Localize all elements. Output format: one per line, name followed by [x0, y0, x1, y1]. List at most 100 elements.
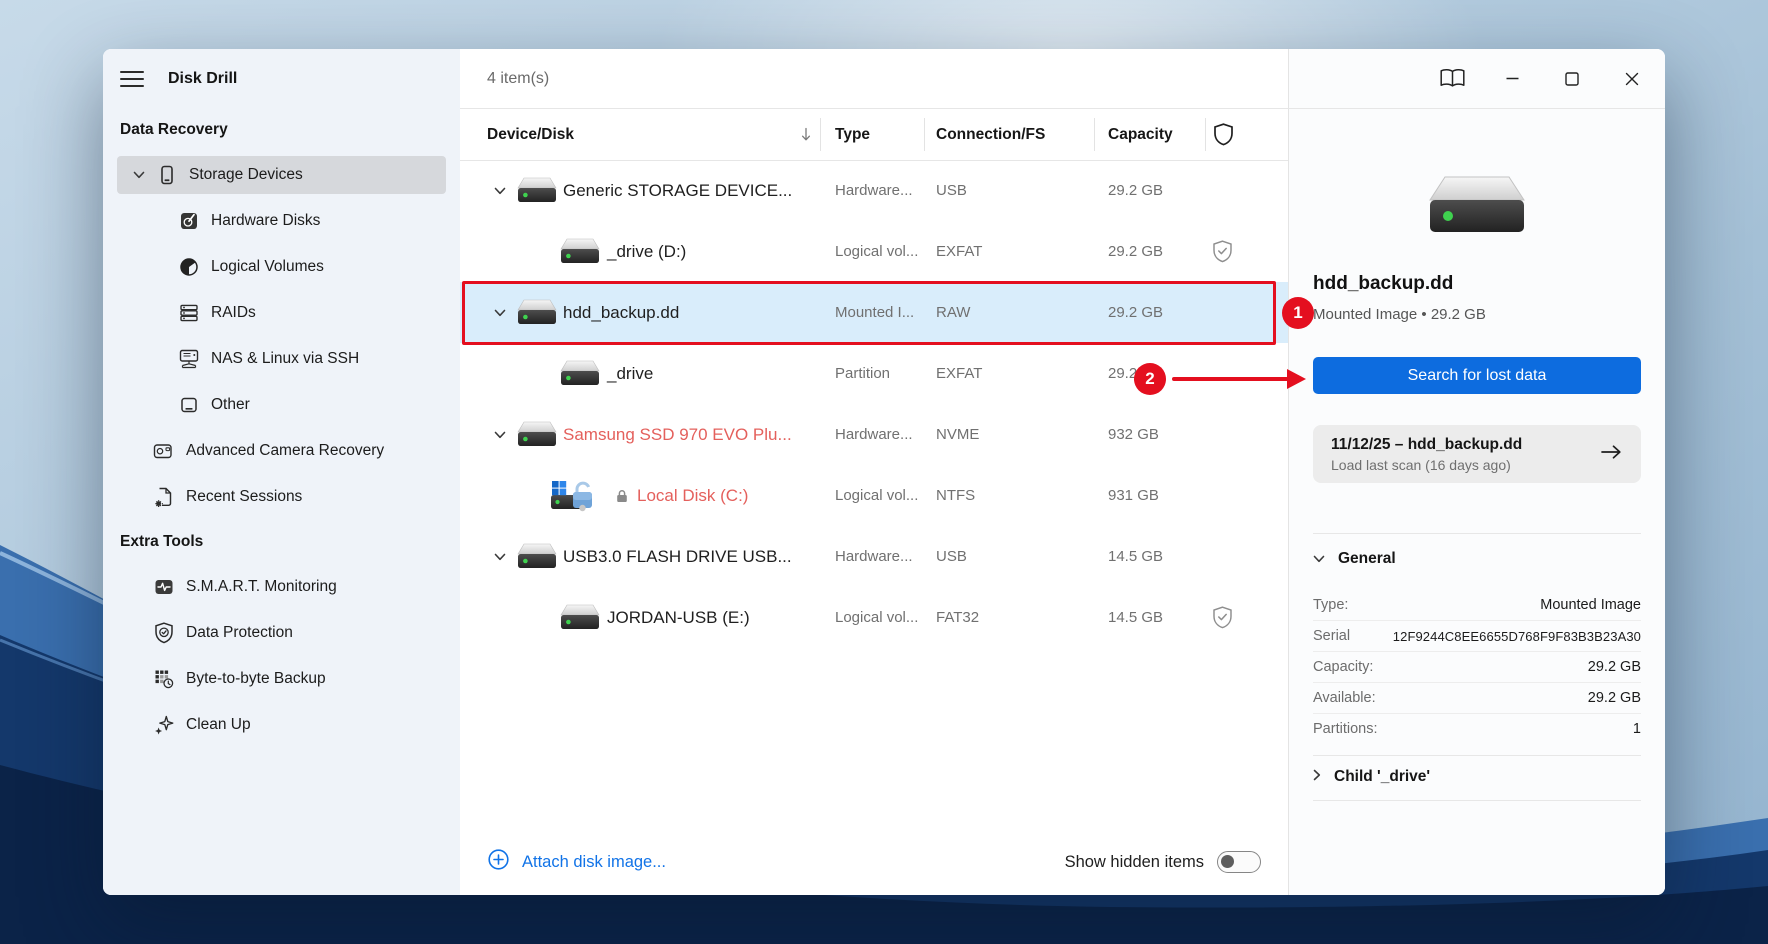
device-type: Logical vol...: [835, 465, 918, 526]
show-hidden-items-toggle[interactable]: [1217, 851, 1261, 873]
info-row-partitions: Partitions:1: [1313, 713, 1641, 744]
shield-check-icon: [1212, 587, 1233, 648]
device-list-panel: 4 item(s) Device/Disk Type Connection/FS…: [460, 49, 1288, 895]
shield-column-icon[interactable]: [1213, 109, 1234, 160]
close-icon[interactable]: [1609, 57, 1655, 101]
maximize-icon[interactable]: [1549, 57, 1595, 101]
menu-icon[interactable]: [120, 71, 144, 87]
info-value: 29.2 GB: [1588, 659, 1641, 675]
device-row-usb3-0-flash-drive-usb[interactable]: USB3.0 FLASH DRIVE USB...Hardware...USB1…: [460, 526, 1288, 587]
column-connection-fs[interactable]: Connection/FS: [936, 109, 1045, 160]
device-row-drive[interactable]: _drivePartitionEXFAT29.2 GB: [460, 343, 1288, 404]
device-capacity: 29.2 GB: [1108, 160, 1163, 221]
drive-icon: [560, 587, 600, 648]
hardware-disks-icon: [178, 211, 200, 231]
device-fs: USB: [936, 160, 967, 221]
disk-image-icon: [1427, 175, 1527, 242]
device-type: Hardware...: [835, 526, 913, 587]
device-type: Partition: [835, 343, 890, 404]
info-value: 29.2 GB: [1588, 690, 1641, 706]
info-label: Available:: [1313, 690, 1376, 706]
child-drive-section-header[interactable]: Child '_drive': [1313, 763, 1641, 791]
divider: [1313, 755, 1641, 756]
sidebar-item-other[interactable]: Other: [117, 382, 446, 428]
sidebar-item-label: Byte-to-byte Backup: [186, 670, 326, 688]
device-type: Logical vol...: [835, 587, 918, 648]
column-device-disk[interactable]: Device/Disk: [487, 109, 574, 160]
sidebar-item-label: Logical Volumes: [211, 258, 324, 276]
attach-disk-image-label: Attach disk image...: [522, 853, 666, 872]
device-capacity: 931 GB: [1108, 465, 1159, 526]
sidebar-item-s-m-a-r-t-monitoring[interactable]: S.M.A.R.T. Monitoring: [117, 564, 446, 610]
column-capacity[interactable]: Capacity: [1108, 109, 1173, 160]
chevron-down-icon: [493, 160, 507, 221]
info-label: Type:: [1313, 597, 1348, 613]
info-label: Serial: [1313, 628, 1350, 644]
book-icon[interactable]: [1429, 57, 1475, 101]
search-for-lost-data-button[interactable]: Search for lost data: [1313, 357, 1641, 394]
sidebar-item-raids[interactable]: RAIDs: [117, 290, 446, 336]
sidebar-section-extra-tools: Extra Tools: [103, 520, 460, 564]
device-fs: NVME: [936, 404, 979, 465]
info-label: Capacity:: [1313, 659, 1373, 675]
sidebar-item-data-protection[interactable]: Data Protection: [117, 610, 446, 656]
sidebar-item-hardware-disks[interactable]: Hardware Disks: [117, 198, 446, 244]
byte-backup-icon: [153, 669, 175, 689]
sidebar-item-recent-sessions[interactable]: Recent Sessions: [117, 474, 446, 520]
device-row-local-disk-c[interactable]: Local Disk (C:)Logical vol...NTFS931 GB: [460, 465, 1288, 526]
minimize-icon[interactable]: [1489, 57, 1535, 101]
details-panel: hdd_backup.dd Mounted Image • 29.2 GB Se…: [1288, 49, 1665, 895]
device-row-samsung-ssd-970-evo-plu[interactable]: Samsung SSD 970 EVO Plu...Hardware...NVM…: [460, 404, 1288, 465]
smart-icon: [153, 577, 175, 597]
device-name: Generic STORAGE DEVICE...: [563, 160, 792, 221]
load-scan-arrow-icon: [1600, 444, 1623, 465]
column-type[interactable]: Type: [835, 109, 870, 160]
lock-icon: [616, 489, 628, 503]
info-row-available: Available: 29.2 GB: [1313, 682, 1641, 713]
table-header: Device/Disk Type Connection/FS Capacity: [460, 109, 1288, 161]
device-row-generic-storage-device[interactable]: Generic STORAGE DEVICE...Hardware...USB2…: [460, 160, 1288, 221]
sidebar-item-storage-devices[interactable]: Storage Devices: [117, 156, 446, 194]
drive-icon: [517, 404, 557, 465]
info-value: 12F9244C8EE6655D768F9F83B3B23A30: [1393, 629, 1641, 644]
sidebar-item-label: NAS & Linux via SSH: [211, 350, 359, 368]
device-row-jordan-usb-e[interactable]: JORDAN-USB (E:)Logical vol...FAT3214.5 G…: [460, 587, 1288, 648]
sidebar-item-label: Storage Devices: [189, 166, 303, 184]
general-section-header[interactable]: General: [1313, 545, 1641, 573]
drive-icon: [517, 526, 557, 587]
device-fs: RAW: [936, 282, 970, 343]
attach-disk-image-button[interactable]: Attach disk image...: [487, 848, 666, 876]
chevron-right-icon: [1313, 768, 1321, 786]
sidebar-item-advanced-camera-recovery[interactable]: Advanced Camera Recovery: [117, 428, 446, 474]
chevron-down-icon: [133, 171, 145, 179]
info-label: Partitions:: [1313, 721, 1377, 737]
windows-locked-drive-icon: [550, 465, 598, 526]
logical-volumes-icon: [178, 257, 200, 277]
device-table: Generic STORAGE DEVICE... Hardware... USB 2…: [460, 160, 1288, 648]
disk-drill-window: Disk Drill Data RecoveryStorage DevicesH…: [103, 49, 1665, 895]
device-type: Logical vol...: [835, 221, 918, 282]
device-fs: USB: [936, 526, 967, 587]
divider: [1313, 533, 1641, 534]
sort-descending-icon[interactable]: [800, 109, 812, 160]
device-row-hdd-backup-dd[interactable]: hdd_backup.ddMounted I...RAW29.2 GB: [460, 282, 1288, 343]
header-divider: [460, 108, 1665, 109]
info-row-serial: Serial 12F9244C8EE6655D768F9F83B3B23A30: [1313, 620, 1641, 651]
sidebar-item-clean-up[interactable]: Clean Up: [117, 702, 446, 748]
device-name: hdd_backup.dd: [563, 282, 679, 343]
info-value: Mounted Image: [1540, 597, 1641, 613]
sidebar-item-nas-linux-via-ssh[interactable]: NAS & Linux via SSH: [117, 336, 446, 382]
shield-check-icon: [1212, 221, 1233, 282]
device-fs: EXFAT: [936, 221, 982, 282]
sidebar-item-logical-volumes[interactable]: Logical Volumes: [117, 244, 446, 290]
drive-icon: [517, 160, 557, 221]
device-row-drive-d[interactable]: _drive (D:)Logical vol...EXFAT29.2 GB: [460, 221, 1288, 282]
device-capacity: 932 GB: [1108, 404, 1159, 465]
device-capacity: 14.5 GB: [1108, 587, 1163, 648]
device-fs: FAT32: [936, 587, 979, 648]
last-scan-card[interactable]: 11/12/25 – hdd_backup.dd Load last scan …: [1313, 425, 1641, 483]
drive-icon: [560, 221, 600, 282]
device-capacity: 29.2 GB: [1108, 221, 1163, 282]
sidebar-section-data-recovery: Data Recovery: [103, 108, 460, 152]
sidebar-item-byte-to-byte-backup[interactable]: Byte-to-byte Backup: [117, 656, 446, 702]
